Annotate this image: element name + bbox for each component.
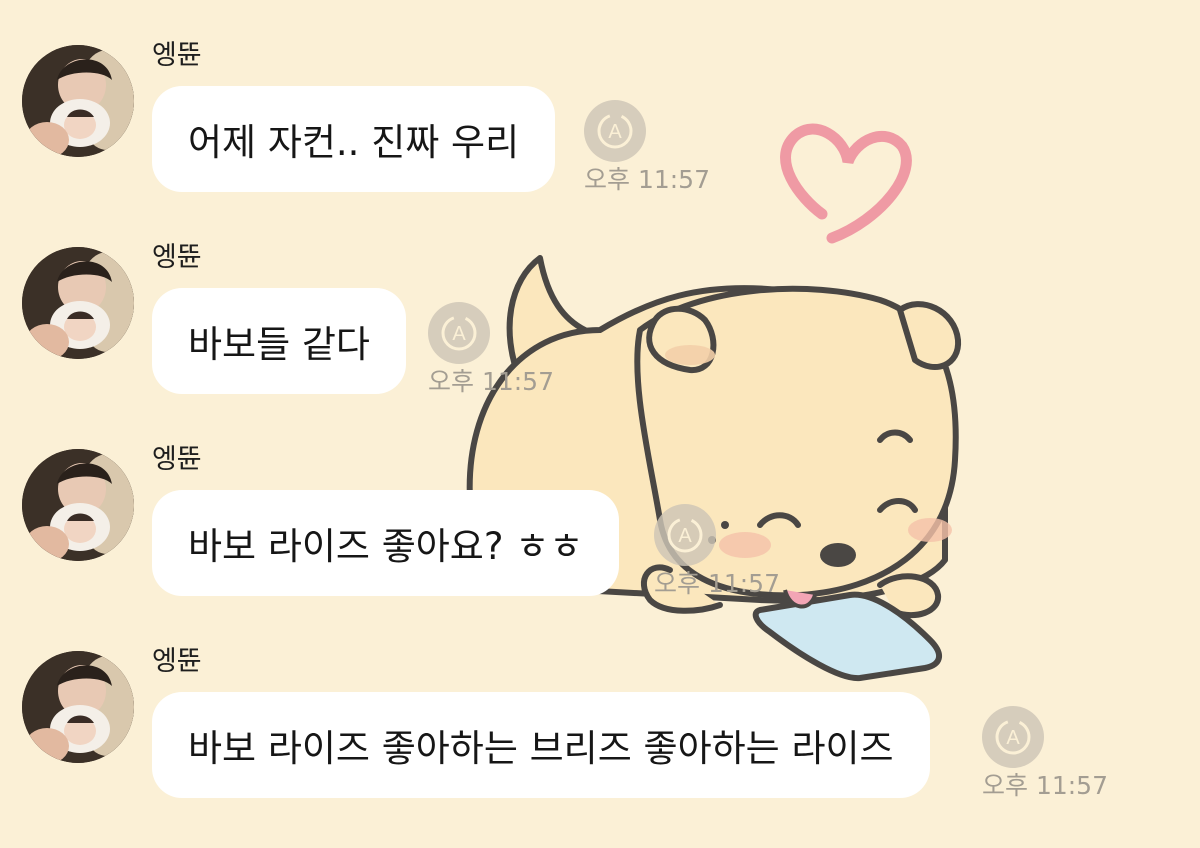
sender-name: 엥뜐	[152, 444, 202, 475]
message-bubble[interactable]: 바보들 같다	[152, 288, 406, 394]
chat-message: 엥뜐 바보 라이즈 좋아하는 브리즈 좋아하는 라이즈 A 오후 11:57	[0, 646, 1200, 848]
translate-icon[interactable]: A	[584, 100, 646, 162]
avatar[interactable]	[22, 651, 134, 763]
avatar[interactable]	[22, 247, 134, 359]
message-time: 오후 11:57	[654, 569, 780, 598]
sender-name: 엥뜐	[152, 242, 202, 273]
svg-text:A: A	[608, 121, 622, 143]
avatar[interactable]	[22, 449, 134, 561]
message-bubble[interactable]: 바보 라이즈 좋아요? ㅎㅎ	[152, 490, 620, 596]
message-time: 오후 11:57	[584, 165, 710, 194]
chat-message: 엥뜐 바보들 같다 A 오후 11:57	[0, 242, 1200, 444]
svg-text:A: A	[678, 525, 692, 547]
translate-icon[interactable]: A	[654, 504, 716, 566]
chat-message: 엥뜐 어제 자컨.. 진짜 우리 A 오후 11:57	[0, 40, 1200, 242]
sender-name: 엥뜐	[152, 646, 202, 677]
message-bubble[interactable]: 어제 자컨.. 진짜 우리	[152, 86, 556, 192]
message-bubble[interactable]: 바보 라이즈 좋아하는 브리즈 좋아하는 라이즈	[152, 692, 930, 798]
sender-name: 엥뜐	[152, 40, 202, 71]
message-time: 오후 11:57	[982, 771, 1108, 800]
translate-icon[interactable]: A	[428, 302, 490, 364]
translate-icon[interactable]: A	[982, 706, 1044, 768]
chat-message: 엥뜐 바보 라이즈 좋아요? ㅎㅎ A 오후 11:57	[0, 444, 1200, 646]
message-time: 오후 11:57	[428, 367, 554, 396]
avatar[interactable]	[22, 45, 134, 157]
svg-text:A: A	[452, 323, 466, 345]
svg-text:A: A	[1006, 727, 1020, 749]
